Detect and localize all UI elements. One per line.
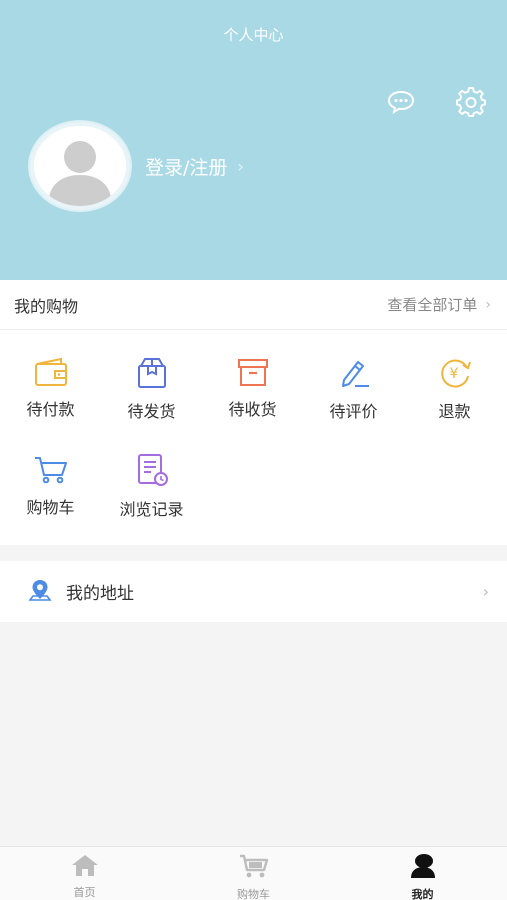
page-title: 个人中心 <box>223 26 284 44</box>
my-shopping-section: 我的购物 查看全部订单 › 待付款 待发货 待收货 待评价 ¥ 退款 购物车 浏… <box>0 280 507 545</box>
pending-receipt-button[interactable]: 待收货 <box>202 330 303 420</box>
avatar[interactable] <box>30 122 130 210</box>
my-address-row[interactable]: 我的地址 › <box>0 561 507 622</box>
my-shopping-header: 我的购物 查看全部订单 › <box>0 280 507 330</box>
grid-item-label: 购物车 <box>26 498 75 517</box>
message-dots-icon[interactable] <box>384 85 418 119</box>
tab-mine[interactable]: 我的 <box>338 847 507 900</box>
home-icon <box>70 853 100 881</box>
bottom-tab-bar: 首页 购物车 我的 <box>0 846 507 900</box>
grid-item-label: 待评价 <box>329 402 378 421</box>
chevron-right-icon: › <box>237 156 244 176</box>
grid-item-label: 退款 <box>438 402 471 421</box>
grid-item-label: 待付款 <box>26 400 75 419</box>
cart-icon <box>31 452 71 486</box>
gear-icon[interactable] <box>454 85 488 119</box>
tab-label: 购物车 <box>237 888 270 900</box>
view-all-orders-link[interactable]: 查看全部订单 › <box>387 294 491 315</box>
login-register-link[interactable]: 登录/注册 › <box>145 152 244 180</box>
view-all-orders-label: 查看全部订单 <box>387 296 478 314</box>
user-icon <box>408 853 438 883</box>
box-icon <box>233 356 273 388</box>
grid-item-label: 待收货 <box>228 400 277 419</box>
tab-cart[interactable]: 购物车 <box>169 847 338 900</box>
cart-icon <box>238 853 270 883</box>
tab-label: 首页 <box>73 886 96 899</box>
wallet-icon <box>31 356 71 388</box>
chevron-right-icon: › <box>485 296 491 313</box>
chevron-right-icon: › <box>482 582 489 601</box>
section-title: 我的购物 <box>14 296 79 316</box>
svg-text:¥: ¥ <box>449 366 458 382</box>
cart-shortcut-button[interactable]: 购物车 <box>0 426 101 517</box>
location-pin-icon <box>28 578 52 606</box>
pending-shipment-button[interactable]: 待发货 <box>101 330 202 421</box>
grid-item-label: 浏览记录 <box>119 500 184 519</box>
tab-label: 我的 <box>411 888 434 900</box>
grid-item-label: 待发货 <box>127 402 176 421</box>
pen-icon <box>334 356 374 390</box>
profile-header: 个人中心 登录/注册 › <box>0 0 507 280</box>
my-address-label: 我的地址 <box>66 584 134 604</box>
package-icon <box>132 356 172 390</box>
history-icon <box>132 452 172 488</box>
refund-button[interactable]: ¥ 退款 <box>404 330 505 421</box>
browsing-history-button[interactable]: 浏览记录 <box>101 426 202 519</box>
pending-payment-button[interactable]: 待付款 <box>0 330 101 420</box>
refund-yen-icon: ¥ <box>435 356 475 390</box>
login-register-label: 登录/注册 <box>145 156 228 179</box>
tab-home[interactable]: 首页 <box>0 847 169 900</box>
pending-review-button[interactable]: 待评价 <box>303 330 404 421</box>
